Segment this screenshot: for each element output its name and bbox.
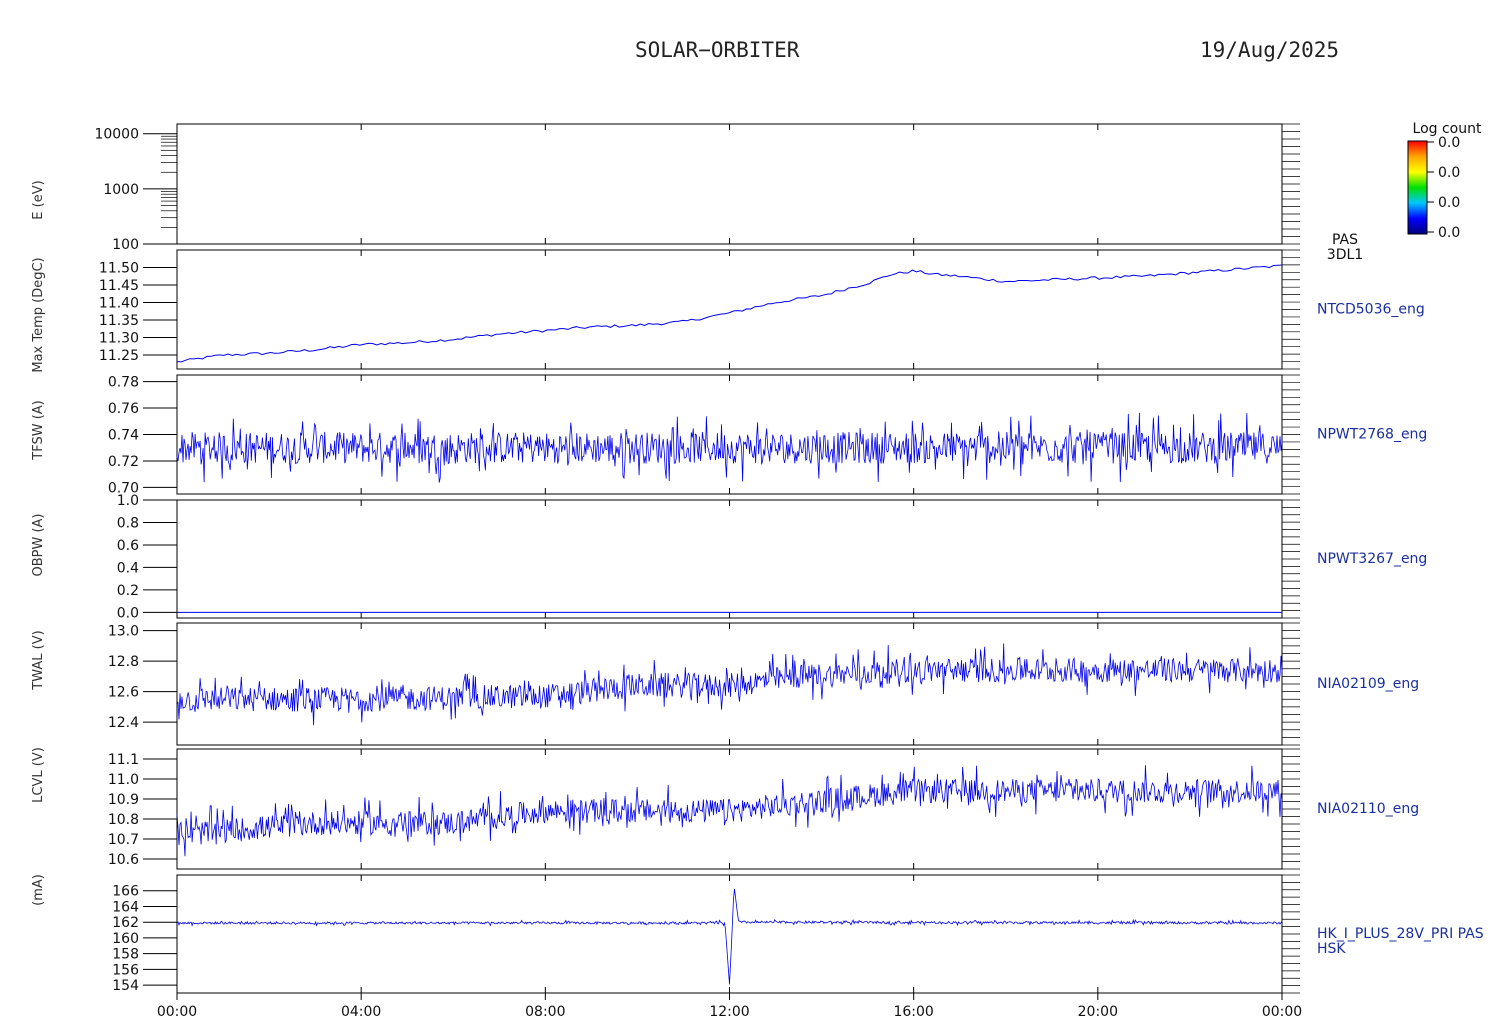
panel-label-line: 3DL1 xyxy=(1327,247,1363,263)
panel-frame-2 xyxy=(176,374,1283,495)
y-tick-label: 0.74 xyxy=(108,428,139,444)
series-label: NPWT3267_eng xyxy=(1317,551,1427,567)
y-tick-label: 100 xyxy=(112,237,139,253)
y-tick-label: 12.4 xyxy=(108,715,139,731)
x-tick-label: 16:00 xyxy=(893,1004,933,1020)
y-tick-label: 1000 xyxy=(103,182,139,198)
y-tick-label: 11.30 xyxy=(99,331,139,347)
y-tick-label: 1.0 xyxy=(117,493,139,509)
y-axis-title: Max Temp (DegC) xyxy=(31,257,46,372)
y-axis-title: OBPW (A) xyxy=(31,513,46,576)
y-axis-title: (mA) xyxy=(31,874,46,906)
x-tick-label: 12:00 xyxy=(709,1004,749,1020)
y-tick-label: 11.0 xyxy=(108,772,139,788)
series-line-6 xyxy=(176,888,1283,985)
y-tick-label: 11.1 xyxy=(108,752,139,768)
y-tick-label: 10.6 xyxy=(108,852,139,868)
y-tick-label: 11.45 xyxy=(99,278,139,294)
x-tick-label: 08:00 xyxy=(525,1004,565,1020)
panel-frame-1 xyxy=(176,249,1283,370)
y-tick-label: 0.6 xyxy=(117,538,139,554)
series-label: NIA02109_eng xyxy=(1317,676,1419,692)
stacked-timeseries-plot: 100 1000 10000 PAS3DL1 11.2511.30 11.3511.40 1… xyxy=(31,121,1484,1020)
y-tick-label: 0.72 xyxy=(108,454,139,470)
panel-label-line: PAS xyxy=(1332,232,1358,248)
series-label: NPWT2768_eng xyxy=(1317,427,1427,443)
y-tick-label: 160 xyxy=(112,931,139,947)
panel-frame-5 xyxy=(176,748,1283,870)
y-tick-label: 12.6 xyxy=(108,685,139,701)
panel-frame-3 xyxy=(176,499,1283,619)
x-tick-label: 04:00 xyxy=(341,1004,381,1020)
y-tick-label: 166 xyxy=(112,884,139,900)
panel-frame-6 xyxy=(176,874,1283,994)
y-tick-label: 11.50 xyxy=(99,261,139,277)
series-line-4 xyxy=(176,643,1283,726)
y-tick-label: 10.8 xyxy=(108,812,139,828)
colorbar-tick-label: 0.0 xyxy=(1438,225,1460,241)
series-line-1 xyxy=(176,264,1283,363)
y-tick-label: 11.35 xyxy=(99,313,139,329)
plot-page: SOLAR−ORBITER 19/Aug/2025 100 1000 10000 PA… xyxy=(0,0,1512,1020)
y-tick-label: 0.76 xyxy=(108,401,139,417)
x-tick-label: 00:00 xyxy=(157,1004,197,1020)
colorbar-tick-label: 0.0 xyxy=(1438,195,1460,211)
series-label: HK_I_PLUS_28V_PRI PAS xyxy=(1317,926,1484,942)
y-tick-label: 10.7 xyxy=(108,832,139,848)
colorbar-tick-label: 0.0 xyxy=(1438,165,1460,181)
series-line-5 xyxy=(176,765,1283,857)
series-label: NIA02110_eng xyxy=(1317,801,1419,817)
y-axis-title: TFSW (A) xyxy=(31,400,46,460)
y-tick-label: 0.4 xyxy=(117,560,139,576)
colorbar xyxy=(1407,140,1428,235)
series-label: HSK xyxy=(1317,941,1346,957)
colorbar-tick-label: 0.0 xyxy=(1438,135,1460,151)
y-tick-label: 0.78 xyxy=(108,375,139,391)
y-axis-title: E (eV) xyxy=(31,180,46,219)
y-tick-label: 158 xyxy=(112,947,139,963)
y-tick-label: 10.9 xyxy=(108,792,139,808)
y-tick-label: 162 xyxy=(112,915,139,931)
x-tick-label: 00:00 xyxy=(1262,1004,1302,1020)
y-tick-label: 154 xyxy=(112,978,139,994)
y-tick-label: 0.2 xyxy=(117,583,139,599)
y-tick-label: 10000 xyxy=(94,127,139,143)
panel-frame-0 xyxy=(176,123,1283,245)
y-tick-label: 13.0 xyxy=(108,624,139,640)
series-label: NTCD5036_eng xyxy=(1317,302,1425,318)
x-tick-label: 20:00 xyxy=(1078,1004,1118,1020)
y-tick-label: 0.0 xyxy=(117,605,139,621)
y-axis-title: LCVL (V) xyxy=(31,747,46,803)
y-tick-label: 156 xyxy=(112,962,139,978)
y-tick-label: 11.40 xyxy=(99,296,139,312)
y-tick-label: 0.8 xyxy=(117,515,139,531)
y-axis-title: TWAL (V) xyxy=(31,630,46,690)
series-line-2 xyxy=(176,412,1283,483)
y-tick-label: 11.25 xyxy=(99,348,139,364)
y-tick-label: 164 xyxy=(112,899,139,915)
y-tick-label: 12.8 xyxy=(108,654,139,670)
